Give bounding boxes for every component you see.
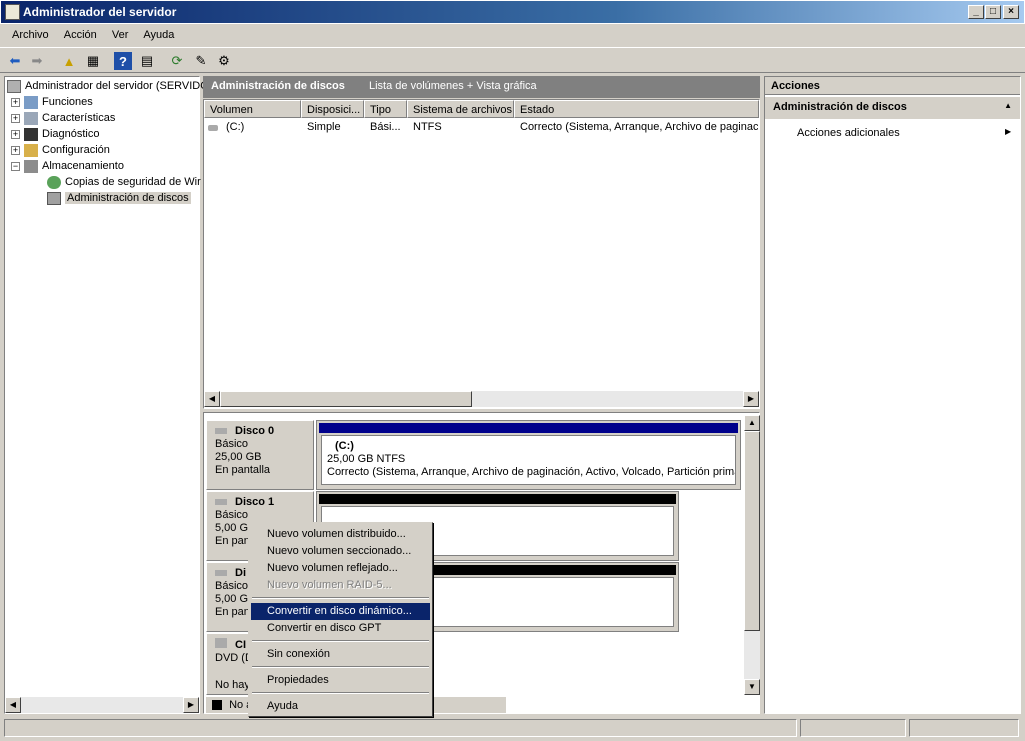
- menu-separator: [252, 597, 429, 599]
- menu-propiedades[interactable]: Propiedades: [251, 672, 430, 689]
- help-icon[interactable]: ?: [114, 52, 132, 70]
- tree-item-diagnostico[interactable]: + Diagnóstico: [11, 126, 99, 142]
- up-folder-icon[interactable]: ▲: [60, 52, 78, 70]
- tree-item-funciones[interactable]: + Funciones: [11, 94, 93, 110]
- title-bar[interactable]: Administrador del servidor _ □ ×: [0, 0, 1025, 24]
- column-tipo[interactable]: Tipo: [364, 100, 407, 118]
- navigation-tree: Administrador del servidor (SERVIDO + Fu…: [4, 76, 209, 714]
- expand-icon[interactable]: +: [11, 145, 20, 155]
- expand-icon[interactable]: +: [11, 97, 20, 107]
- menu-bar: Archivo Acción Ver Ayuda: [0, 26, 1025, 46]
- server-manager-icon: [5, 4, 20, 20]
- center-subtitle: Lista de volúmenes + Vista gráfica: [369, 80, 537, 92]
- status-segment-2: [800, 719, 906, 737]
- menu-convertir-disco-gpt[interactable]: Convertir en disco GPT: [251, 620, 430, 637]
- column-volumen[interactable]: Volumen: [204, 100, 301, 118]
- menu-sin-conexion[interactable]: Sin conexión: [251, 646, 430, 663]
- unallocated-bar: [319, 494, 676, 504]
- cdrom-icon: [215, 638, 227, 648]
- close-button[interactable]: ×: [1003, 5, 1019, 19]
- actions-section-disk-management[interactable]: Administración de discos ▲: [765, 97, 1020, 119]
- forward-icon[interactable]: ➡: [28, 52, 46, 70]
- context-menu: Nuevo volumen distribuido... Nuevo volum…: [248, 522, 433, 717]
- more-actions-item[interactable]: Acciones adicionales: [797, 127, 900, 139]
- roles-icon: [24, 95, 38, 109]
- center-title: Administración de discos: [211, 80, 345, 92]
- menu-nuevo-volumen-seccionado[interactable]: Nuevo volumen seccionado...: [251, 543, 430, 560]
- scroll-right-icon[interactable]: ▶: [183, 697, 199, 713]
- tree-item-almacenamiento[interactable]: − Almacenamiento: [11, 158, 124, 174]
- scroll-thumb[interactable]: [220, 391, 472, 407]
- volume-c-partition[interactable]: (C:) 25,00 GB NTFS Correcto (Sistema, Ar…: [316, 420, 741, 490]
- scroll-down-icon[interactable]: ▼: [744, 679, 760, 695]
- column-estado[interactable]: Estado: [514, 100, 759, 118]
- menu-accion[interactable]: Acción: [58, 26, 103, 44]
- menu-ayuda[interactable]: Ayuda: [251, 698, 430, 715]
- toolbar: ⬅ ➡ ▲ ▦ ? ▤ ⟳ ✎ ⚙: [0, 47, 1025, 73]
- tree-item-administracion-discos[interactable]: Administración de discos: [47, 190, 191, 206]
- primary-partition-bar: [319, 423, 738, 433]
- menu-separator: [252, 640, 429, 642]
- status-segment-main: [4, 719, 797, 737]
- tree-horizontal-scrollbar[interactable]: ◀ ▶: [5, 697, 199, 713]
- window-title: Administrador del servidor: [23, 5, 177, 19]
- drive-icon: [208, 125, 218, 131]
- menu-separator: [252, 666, 429, 668]
- menu-nuevo-volumen-reflejado[interactable]: Nuevo volumen reflejado...: [251, 560, 430, 577]
- configuration-icon: [24, 143, 38, 157]
- tree-item-caracteristicas[interactable]: + Características: [11, 110, 115, 126]
- legend-unallocated-swatch: [212, 700, 222, 711]
- volume-list: Volumen Disposici... Tipo Sistema de arc…: [203, 99, 760, 409]
- disk-icon: [215, 428, 227, 434]
- column-disposicion[interactable]: Disposici...: [301, 100, 364, 118]
- submenu-arrow-icon: ▶: [1005, 127, 1012, 136]
- graph-vertical-scrollbar[interactable]: ▲ ▼: [744, 415, 760, 695]
- minimize-button[interactable]: _: [968, 5, 984, 19]
- tree-root[interactable]: Administrador del servidor (SERVIDO: [7, 78, 209, 94]
- scroll-left-icon[interactable]: ◀: [5, 697, 21, 713]
- actions-pane: Acciones Administración de discos ▲ Acci…: [764, 76, 1021, 714]
- scroll-thumb[interactable]: [744, 431, 760, 631]
- disk-management-icon: [47, 191, 61, 205]
- disk-0-label[interactable]: Disco 0 Básico 25,00 GB En pantalla: [206, 420, 314, 490]
- center-header: Administración de discos Lista de volúme…: [203, 76, 760, 98]
- status-segment-3: [909, 719, 1019, 737]
- menu-ayuda[interactable]: Ayuda: [137, 26, 180, 44]
- menu-separator: [252, 692, 429, 694]
- diagnostics-icon: [24, 127, 38, 141]
- disk-icon: [215, 570, 227, 576]
- menu-nuevo-volumen-raid5: Nuevo volumen RAID-5...: [267, 579, 392, 591]
- menu-nuevo-volumen-distribuido[interactable]: Nuevo volumen distribuido...: [251, 526, 430, 543]
- storage-icon: [24, 159, 38, 173]
- tree-item-copias-seguridad[interactable]: Copias de seguridad de Wir: [47, 174, 201, 190]
- back-icon[interactable]: ⬅: [6, 52, 24, 70]
- show-hide-tree-icon[interactable]: ▦: [84, 52, 102, 70]
- scroll-left-icon[interactable]: ◀: [204, 391, 220, 407]
- scroll-right-icon[interactable]: ▶: [743, 391, 759, 407]
- view-pane-icon[interactable]: ▤: [138, 52, 156, 70]
- disk-icon: [215, 499, 227, 505]
- expand-icon[interactable]: +: [11, 129, 20, 139]
- scroll-up-icon[interactable]: ▲: [744, 415, 760, 431]
- list-horizontal-scrollbar[interactable]: ◀ ▶: [204, 391, 759, 407]
- server-icon: [7, 79, 21, 93]
- collapse-icon[interactable]: −: [11, 161, 20, 171]
- collapse-arrow-icon[interactable]: ▲: [1004, 101, 1012, 110]
- expand-icon[interactable]: +: [11, 113, 20, 123]
- status-bar: [2, 717, 1023, 739]
- menu-ver[interactable]: Ver: [106, 26, 135, 44]
- backup-icon: [47, 175, 61, 189]
- column-sistema-archivos[interactable]: Sistema de archivos: [407, 100, 514, 118]
- features-icon: [24, 111, 38, 125]
- menu-convertir-disco-dinamico[interactable]: Convertir en disco dinámico...: [251, 603, 430, 620]
- refresh-icon[interactable]: ⟳: [168, 52, 186, 70]
- menu-archivo[interactable]: Archivo: [6, 26, 55, 44]
- maximize-button[interactable]: □: [985, 5, 1001, 19]
- properties-icon[interactable]: ✎: [192, 52, 210, 70]
- tree-item-configuracion[interactable]: + Configuración: [11, 142, 110, 158]
- actions-header: Acciones: [765, 77, 1020, 95]
- disk-settings-icon[interactable]: ⚙: [215, 52, 233, 70]
